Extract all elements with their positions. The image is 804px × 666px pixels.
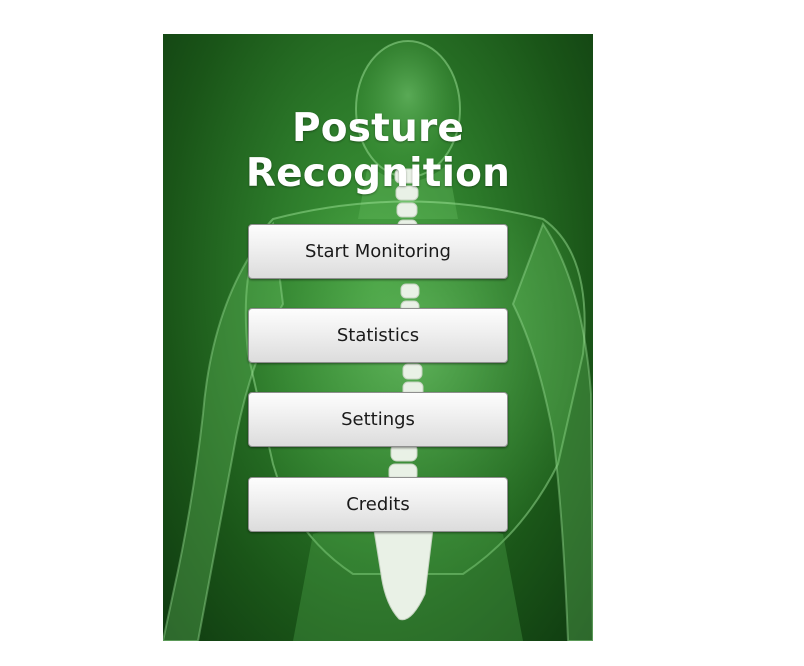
start-monitoring-button[interactable]: Start Monitoring xyxy=(248,224,508,279)
app-screen: Posture Recognition Start Monitoring Sta… xyxy=(163,34,593,641)
credits-button[interactable]: Credits xyxy=(248,477,508,532)
statistics-button[interactable]: Statistics xyxy=(248,308,508,363)
settings-button[interactable]: Settings xyxy=(248,392,508,447)
app-title: Posture Recognition xyxy=(245,106,511,196)
